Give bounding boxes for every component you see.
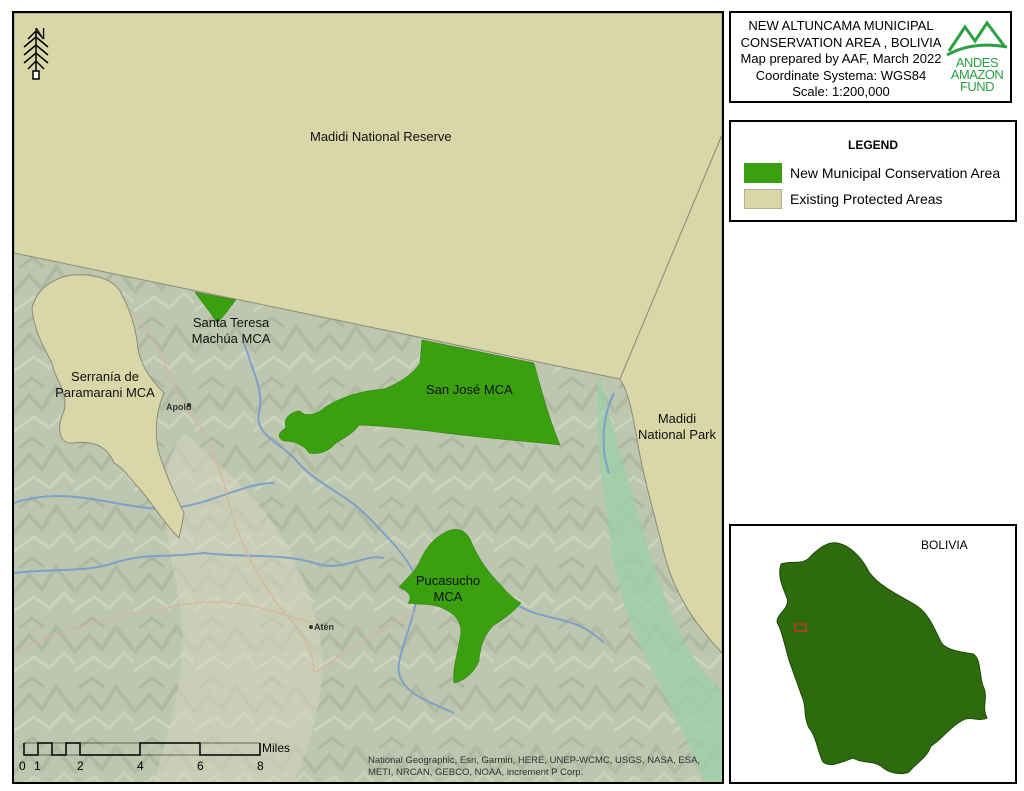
andes-amazon-fund-logo: ANDES AMAZON FUND: [945, 17, 1009, 97]
title-block: NEW ALTUNCAMA MUNICIPAL CONSERVATION ARE…: [729, 11, 1012, 103]
inset-country-label: BOLIVIA: [921, 538, 968, 552]
scale-tick-1: 1: [34, 759, 41, 773]
scale-tick-2: 2: [77, 759, 84, 773]
scale-unit: Miles: [262, 741, 291, 755]
bolivia-shape: [776, 542, 988, 775]
mountain-logo-icon: [946, 20, 1008, 57]
scale-tick-4: 4: [137, 759, 144, 773]
aten-label: Atén: [314, 622, 334, 632]
madidi-reserve-label: Madidi National Reserve: [310, 129, 452, 144]
legend-swatch-tan: [744, 189, 782, 209]
title-line-2: CONSERVATION AREA , BOLIVIA: [740, 34, 942, 50]
title-line-4: Coordinate Systema: WGS84: [755, 67, 927, 83]
santa-teresa-label: Santa Teresa Machúa MCA: [191, 315, 271, 346]
scale-tick-8: 8: [257, 759, 264, 773]
scale-tick-6: 6: [197, 759, 204, 773]
legend: LEGEND New Municipal Conservation Area E…: [729, 120, 1017, 222]
legend-title: LEGEND: [847, 138, 898, 152]
map-attribution: National Geographic, Esri, Garmin, HERE,…: [368, 755, 701, 778]
san-jose-label: San José MCA: [426, 382, 513, 397]
apolo-label: Apolo: [166, 402, 192, 412]
pucasucho-label: Pucasucho MCA: [415, 573, 481, 604]
north-label: N: [34, 26, 46, 43]
map-title: NEW ALTUNCAMA MUNICIPAL CONSERVATION ARE…: [731, 18, 951, 101]
serrania-label: Serranía de Paramarani MCA: [55, 369, 155, 400]
madidi-park-label: Madidi National Park: [637, 411, 717, 442]
title-line-1: NEW ALTUNCAMA MUNICIPAL: [748, 18, 934, 33]
title-line-5: Scale: 1:200,000: [792, 84, 890, 99]
legend-swatch-green: [744, 163, 782, 183]
scale-tick-0: 0: [19, 759, 26, 773]
aten-marker: [309, 625, 313, 629]
main-map[interactable]: N Madidi National Reserve Santa Teresa M…: [12, 11, 724, 784]
inset-map[interactable]: BOLIVIA: [729, 524, 1017, 784]
title-line-3: Map prepared by AAF, March 2022: [740, 51, 942, 66]
